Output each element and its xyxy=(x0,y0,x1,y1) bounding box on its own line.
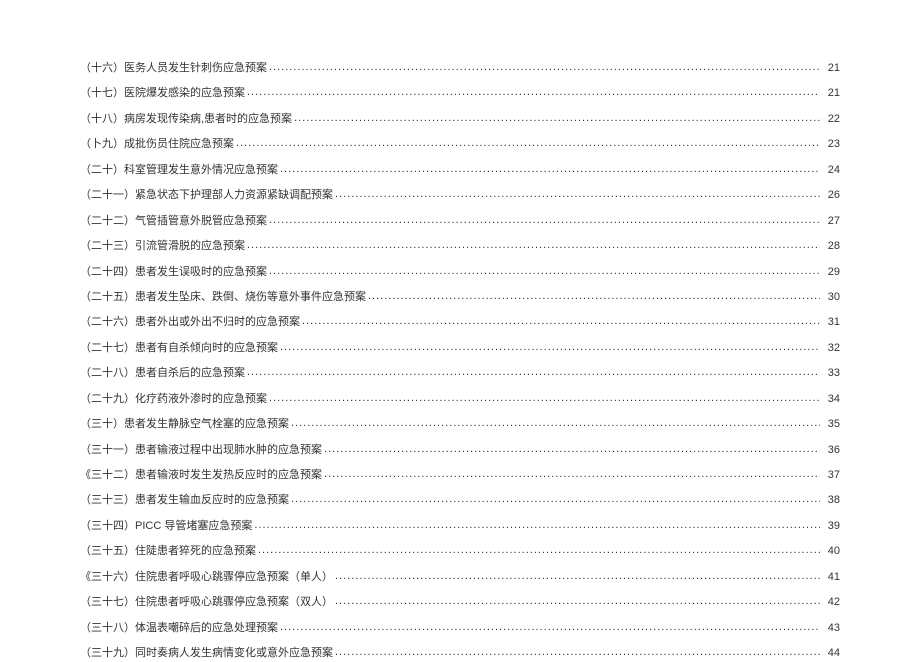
toc-entry-title: （十七）医院爆发感染的应急预案 xyxy=(80,86,245,102)
toc-entry-page: 34 xyxy=(822,392,840,408)
toc-entry: （三十三）患者发生输血反应时的应急预案 38 xyxy=(80,492,840,509)
toc-entry-title: （十八）病房发现传染病,患者时的应急预案 xyxy=(80,112,292,128)
toc-entry-title: （十六）医务人员发生针刺伤应急预案 xyxy=(80,61,267,77)
table-of-contents: （十六）医务人员发生针刺伤应急预案 21 （十七）医院爆发感染的应急预案 21 （十八）… xyxy=(80,60,840,662)
toc-dots xyxy=(302,314,820,325)
toc-entry-title: （二十）科室管理发生意外情况应急预案 xyxy=(80,163,278,179)
toc-dots xyxy=(280,620,820,631)
toc-entry: （二十四）患者发生误吸时的应急预案 29 xyxy=(80,264,840,281)
toc-entry-page: 26 xyxy=(822,188,840,204)
toc-dots xyxy=(258,543,820,554)
toc-entry: （三十五）住陡患者猝死的应急预案 40 xyxy=(80,543,840,560)
toc-entry-page: 38 xyxy=(822,493,840,509)
toc-entry-page: 42 xyxy=(822,595,840,611)
toc-entry-title: 《三十六）住院患者呼吸心跳骤停应急预案（单人） xyxy=(80,570,333,586)
toc-entry: （三十七）住院患者呼吸心跳骤停应急预案（双人） 42 xyxy=(80,594,840,611)
toc-entry-page: 23 xyxy=(822,137,840,153)
toc-dots xyxy=(269,213,820,224)
toc-dots xyxy=(368,289,820,300)
toc-entry: （三十九）同时奏病人发生病情变化或意外应急预案 44 xyxy=(80,645,840,662)
toc-dots xyxy=(247,238,820,249)
toc-dots xyxy=(280,340,820,351)
toc-entry-title: （三十三）患者发生输血反应时的应急预案 xyxy=(80,493,289,509)
toc-entry-title: （二十七）患者有自杀倾向时的应急预案 xyxy=(80,341,278,357)
toc-dots xyxy=(324,467,820,478)
toc-entry-title: （二十八）患者自杀后的应急预案 xyxy=(80,366,245,382)
toc-entry-title: （二十一）紧急状态下护理部人力资源紧缺调配预案 xyxy=(80,188,333,204)
toc-entry-page: 32 xyxy=(822,341,840,357)
toc-entry: （二十二）气管插管意外脱管应急预案 27 xyxy=(80,213,840,230)
toc-entry-title: 《三十二）患者输液时发生发热反应时的应急预案 xyxy=(80,468,322,484)
toc-entry: （二十六）患者外出或外出不归时的应急预案 31 xyxy=(80,314,840,331)
toc-entry-title: （二十二）气管插管意外脱管应急预案 xyxy=(80,214,267,230)
toc-dots xyxy=(294,111,820,122)
toc-dots xyxy=(335,187,820,198)
toc-entry-page: 21 xyxy=(822,86,840,102)
toc-entry-title: （三十五）住陡患者猝死的应急预案 xyxy=(80,544,256,560)
toc-entry: （二十）科室管理发生意外情况应急预案 24 xyxy=(80,162,840,179)
toc-entry-title: （三十四）PICC 导管堵塞应急预案 xyxy=(80,519,252,535)
toc-dots xyxy=(269,60,820,71)
toc-entry-page: 41 xyxy=(822,570,840,586)
toc-entry: （十七）医院爆发感染的应急预案 21 xyxy=(80,85,840,102)
toc-entry: 《三十六）住院患者呼吸心跳骤停应急预案（单人） 41 xyxy=(80,569,840,586)
toc-dots xyxy=(247,365,820,376)
toc-entry: （二十八）患者自杀后的应急预案 33 xyxy=(80,365,840,382)
toc-entry-title: （三十八）体温表嘲碎后的应急处理预案 xyxy=(80,621,278,637)
toc-entry-page: 21 xyxy=(822,61,840,77)
toc-entry-title: （卜九）成批伤员住院应急预案 xyxy=(80,137,234,153)
toc-entry-page: 29 xyxy=(822,265,840,281)
toc-entry-title: （三十一）患者输液过程中出现肺水肿的应急预案 xyxy=(80,443,322,459)
toc-entry: （三十一）患者输液过程中出现肺水肿的应急预案 36 xyxy=(80,442,840,459)
toc-entry: （二十七）患者有自杀倾向时的应急预案 32 xyxy=(80,340,840,357)
toc-entry: （十六）医务人员发生针刺伤应急预案 21 xyxy=(80,60,840,77)
toc-entry-page: 31 xyxy=(822,315,840,331)
toc-entry-page: 40 xyxy=(822,544,840,560)
toc-entry: （三十八）体温表嘲碎后的应急处理预案 43 xyxy=(80,620,840,637)
toc-entry-title: （二十三）引流管滑脱的应急预案 xyxy=(80,239,245,255)
toc-entry-title: （二十九）化疗药液外渗时的应急预案 xyxy=(80,392,267,408)
toc-entry: （二十三）引流管滑脱的应急预案 28 xyxy=(80,238,840,255)
toc-dots xyxy=(335,569,820,580)
toc-entry-page: 44 xyxy=(822,646,840,662)
toc-entry-title: （三十九）同时奏病人发生病情变化或意外应急预案 xyxy=(80,646,333,662)
toc-dots xyxy=(236,136,820,147)
toc-entry: （三十四）PICC 导管堵塞应急预案 39 xyxy=(80,518,840,535)
toc-entry-title: （二十五）患者发生坠床、跌倒、烧伤等意外事件应急预案 xyxy=(80,290,366,306)
toc-dots xyxy=(291,492,820,503)
toc-entry: 《三十二）患者输液时发生发热反应时的应急预案 37 xyxy=(80,467,840,484)
toc-entry-page: 39 xyxy=(822,519,840,535)
toc-entry-page: 35 xyxy=(822,417,840,433)
toc-entry: （二十五）患者发生坠床、跌倒、烧伤等意外事件应急预案 30 xyxy=(80,289,840,306)
toc-entry-title: （二十六）患者外出或外出不归时的应急预案 xyxy=(80,315,300,331)
toc-entry-page: 43 xyxy=(822,621,840,637)
toc-entry-title: （三十七）住院患者呼吸心跳骤停应急预案（双人） xyxy=(80,595,333,611)
toc-entry-page: 27 xyxy=(822,214,840,230)
toc-entry-page: 30 xyxy=(822,290,840,306)
toc-entry: （三十）患者发生静脉空气栓塞的应急预案 35 xyxy=(80,416,840,433)
toc-dots xyxy=(280,162,820,173)
toc-dots xyxy=(269,391,820,402)
toc-entry: （二十九）化疗药液外渗时的应急预案 34 xyxy=(80,391,840,408)
toc-entry-page: 22 xyxy=(822,112,840,128)
toc-entry: （卜九）成批伤员住院应急预案 23 xyxy=(80,136,840,153)
toc-entry-page: 33 xyxy=(822,366,840,382)
toc-entry-page: 37 xyxy=(822,468,840,484)
toc-dots xyxy=(254,518,820,529)
toc-entry-title: （二十四）患者发生误吸时的应急预案 xyxy=(80,265,267,281)
toc-dots xyxy=(247,85,820,96)
toc-dots xyxy=(324,442,820,453)
toc-entry: （十八）病房发现传染病,患者时的应急预案 22 xyxy=(80,111,840,128)
toc-entry-page: 24 xyxy=(822,163,840,179)
toc-dots xyxy=(269,264,820,275)
toc-entry-title: （三十）患者发生静脉空气栓塞的应急预案 xyxy=(80,417,289,433)
toc-entry-page: 28 xyxy=(822,239,840,255)
toc-entry-page: 36 xyxy=(822,443,840,459)
toc-dots xyxy=(335,594,820,605)
toc-entry: （二十一）紧急状态下护理部人力资源紧缺调配预案 26 xyxy=(80,187,840,204)
toc-dots xyxy=(291,416,820,427)
